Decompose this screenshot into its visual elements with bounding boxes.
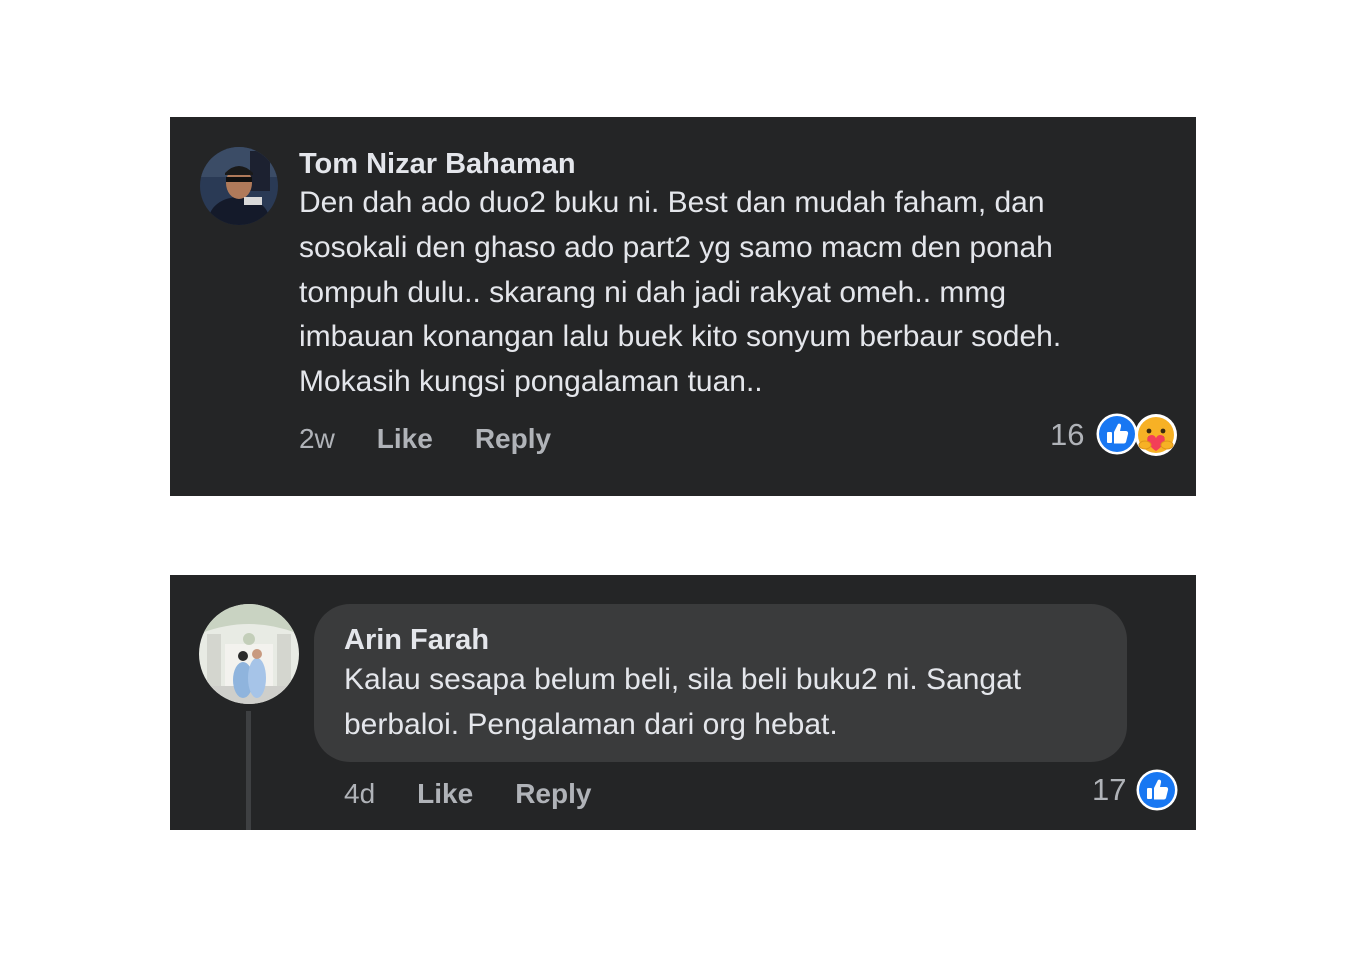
comment-author[interactable]: Arin Farah (344, 623, 489, 657)
like-icon[interactable] (1136, 769, 1178, 811)
comment-line: imbauan konangan lalu buek kito sonyum b… (299, 320, 1062, 354)
reaction-count[interactable]: 16 (1050, 417, 1084, 453)
comment-text: Den dah ado duo2 buku ni. Best dan mudah… (299, 181, 1179, 405)
avatar-photo (199, 604, 299, 704)
reaction-count[interactable]: 17 (1092, 772, 1126, 808)
like-button[interactable]: Like (377, 423, 433, 454)
comment-panel: Arin Farah Kalau sesapa belum beli, sila… (170, 575, 1196, 830)
comment-actions: 4d Like Reply (344, 777, 591, 811)
comment-line: tompuh dulu.. skarang ni dah jadi rakyat… (299, 275, 1007, 309)
comment-text: Kalau sesapa belum beli, sila beli buku2… (344, 658, 1104, 748)
like-button[interactable]: Like (417, 778, 473, 809)
comment-line: berbaloi. Pengalaman dari org hebat. (344, 707, 838, 741)
care-icon[interactable] (1134, 413, 1178, 457)
comment-timestamp[interactable]: 2w (299, 423, 335, 454)
avatar[interactable] (199, 604, 299, 704)
avatar-photo (200, 147, 278, 225)
reply-button[interactable]: Reply (515, 778, 591, 809)
comment-author[interactable]: Tom Nizar Bahaman (299, 147, 576, 181)
like-icon[interactable] (1096, 413, 1138, 455)
comment-actions: 2w Like Reply (299, 422, 551, 456)
comment-timestamp[interactable]: 4d (344, 778, 375, 809)
comment-line: Kalau sesapa belum beli, sila beli buku2… (344, 663, 1022, 696)
avatar[interactable] (200, 147, 278, 225)
comment-line: sosokali den ghaso ado part2 yg samo mac… (299, 230, 1053, 264)
comment-panel: Tom Nizar Bahaman Den dah ado duo2 buku … (170, 117, 1196, 496)
reply-button[interactable]: Reply (475, 423, 551, 454)
comment-line: Den dah ado duo2 buku ni. Best dan mudah… (299, 186, 1045, 219)
comment-line: Mokasih kungsi pongalaman tuan.. (299, 365, 763, 399)
thread-line (246, 711, 251, 830)
